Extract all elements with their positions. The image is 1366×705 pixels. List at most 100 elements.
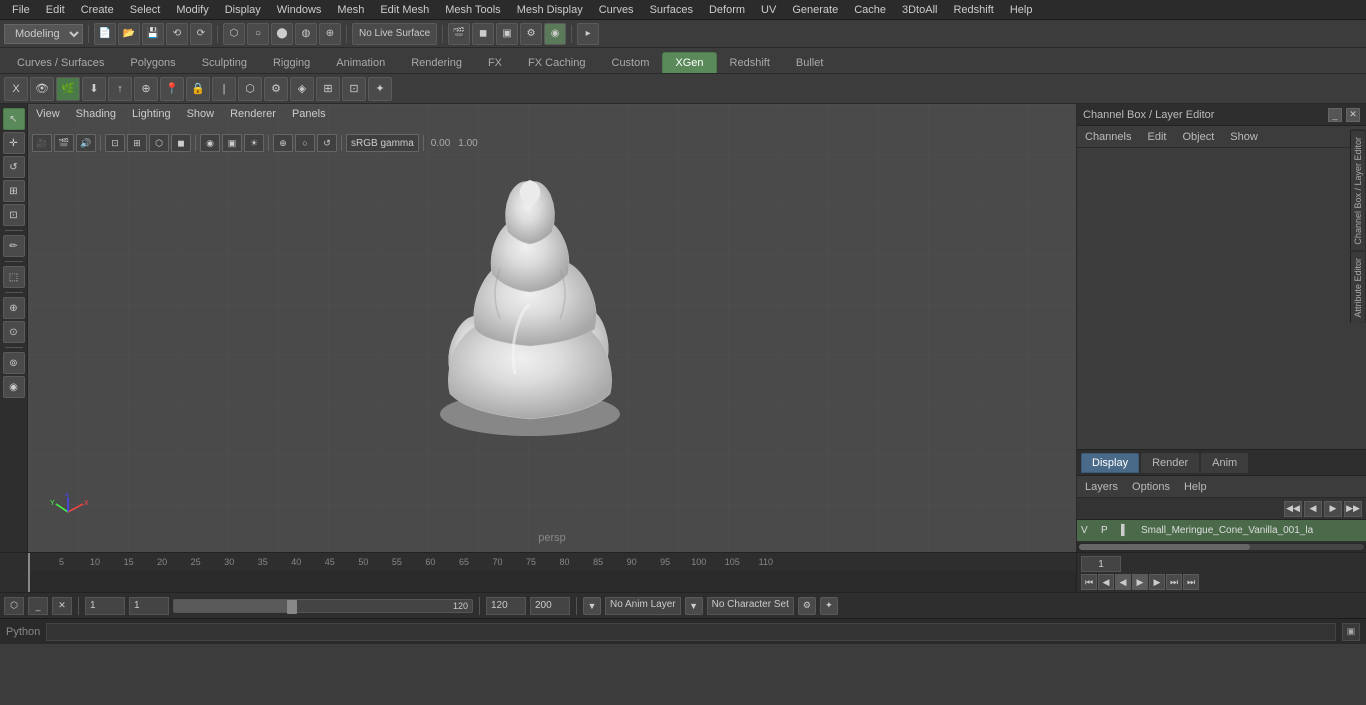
menu-redshift[interactable]: Redshift — [945, 2, 1001, 18]
vp-aa-btn[interactable]: ⊕ — [273, 134, 293, 152]
xgen-btn-6[interactable]: ⊕ — [134, 77, 158, 101]
vp-menu-lighting[interactable]: Lighting — [128, 106, 175, 122]
vp-film-btn[interactable]: 🎬 — [54, 134, 74, 152]
le-menu-layers[interactable]: Layers — [1081, 479, 1122, 495]
extras-btn[interactable]: ▸ — [577, 23, 599, 45]
tab-xgen[interactable]: XGen — [662, 52, 716, 73]
playback-end-field[interactable] — [530, 597, 570, 615]
scale-tool-2[interactable]: ⊡ — [3, 204, 25, 226]
play-back-btn[interactable]: ◀ — [1115, 574, 1131, 590]
cb-minimize-btn[interactable]: _ — [1328, 108, 1342, 122]
char-set-dropdown-icon[interactable]: ▼ — [685, 597, 703, 615]
workspace-dropdown[interactable]: Modeling — [4, 24, 83, 44]
vp-shade-btn[interactable]: ◉ — [200, 134, 220, 152]
char-set-btn-2[interactable]: ✦ — [820, 597, 838, 615]
vp-menu-show[interactable]: Show — [183, 106, 219, 122]
layer-scrollbar[interactable] — [1077, 542, 1366, 552]
rotate-tool[interactable]: ↺ — [3, 156, 25, 178]
undo-btn[interactable]: ⟲ — [166, 23, 188, 45]
xgen-btn-9[interactable]: | — [212, 77, 236, 101]
tab-custom[interactable]: Custom — [599, 52, 663, 73]
win-btn-main[interactable]: ⬡ — [4, 597, 24, 615]
xgen-btn-11[interactable]: ⚙ — [264, 77, 288, 101]
tab-fx-caching[interactable]: FX Caching — [515, 52, 598, 73]
menu-mesh-display[interactable]: Mesh Display — [509, 2, 591, 18]
soft-select-btn[interactable]: ◍ — [295, 23, 317, 45]
ipr-btn[interactable]: ◼ — [472, 23, 494, 45]
tab-rendering[interactable]: Rendering — [398, 52, 475, 73]
vp-iso-btn[interactable]: ⊡ — [105, 134, 125, 152]
snap-curve-btn[interactable]: ⊙ — [3, 321, 25, 343]
python-input[interactable] — [46, 623, 1336, 641]
le-btn-4[interactable]: ▶▶ — [1344, 501, 1362, 517]
cb-menu-channels[interactable]: Channels — [1081, 129, 1135, 145]
xgen-btn-5[interactable]: ↑ — [108, 77, 132, 101]
current-frame-field[interactable] — [1081, 556, 1121, 572]
snap-btn[interactable]: ⊕ — [319, 23, 341, 45]
paint-btn[interactable]: ⬤ — [271, 23, 293, 45]
rst-tab-attribute-editor[interactable]: Attribute Editor — [1351, 251, 1365, 324]
open-file-btn[interactable]: 📂 — [118, 23, 140, 45]
menu-generate[interactable]: Generate — [784, 2, 846, 18]
menu-curves[interactable]: Curves — [591, 2, 642, 18]
snap-grid-btn[interactable]: ⊕ — [3, 297, 25, 319]
menu-surfaces[interactable]: Surfaces — [642, 2, 701, 18]
vp-menu-renderer[interactable]: Renderer — [226, 106, 280, 122]
le-tab-render[interactable]: Render — [1141, 453, 1199, 473]
xgen-btn-3[interactable]: 🌿 — [56, 77, 80, 101]
paint-brush-tool[interactable]: ✏ — [3, 235, 25, 257]
char-set-dropdown[interactable]: No Character Set — [707, 597, 794, 615]
frame-start-field[interactable] — [85, 597, 125, 615]
anim-layer-dropdown-icon[interactable]: ▼ — [583, 597, 601, 615]
python-label[interactable]: Python — [6, 626, 40, 638]
tab-animation[interactable]: Animation — [323, 52, 398, 73]
menu-edit[interactable]: Edit — [38, 2, 73, 18]
menu-cache[interactable]: Cache — [846, 2, 894, 18]
vp-menu-view[interactable]: View — [32, 106, 64, 122]
seq-btn[interactable]: ▣ — [496, 23, 518, 45]
new-file-btn[interactable]: 📄 — [94, 23, 116, 45]
menu-edit-mesh[interactable]: Edit Mesh — [372, 2, 437, 18]
move-tool[interactable]: ✛ — [3, 132, 25, 154]
vp-solid-btn[interactable]: ◼ — [171, 134, 191, 152]
save-file-btn[interactable]: 💾 — [142, 23, 164, 45]
xgen-btn-15[interactable]: ✦ — [368, 77, 392, 101]
menu-uv[interactable]: UV — [753, 2, 784, 18]
render-sphere-btn[interactable]: ◉ — [544, 23, 566, 45]
menu-select[interactable]: Select — [122, 2, 169, 18]
tab-rigging[interactable]: Rigging — [260, 52, 323, 73]
le-tab-anim[interactable]: Anim — [1201, 453, 1248, 473]
le-btn-1[interactable]: ◀◀ — [1284, 501, 1302, 517]
vp-refresh-btn[interactable]: ↺ — [317, 134, 337, 152]
xgen-btn-4[interactable]: ⬇ — [82, 77, 106, 101]
vp-audio-btn[interactable]: 🔊 — [76, 134, 96, 152]
menu-3dtool[interactable]: 3DtoAll — [894, 2, 945, 18]
vp-menu-panels[interactable]: Panels — [288, 106, 330, 122]
frame-current-field[interactable] — [129, 597, 169, 615]
last-frame-btn[interactable]: ⏭ — [1183, 574, 1199, 590]
render-options-btn[interactable]: ⚙ — [520, 23, 542, 45]
layer-row[interactable]: V P ▌ Small_Meringue_Cone_Vanilla_001_la — [1077, 520, 1366, 542]
select-tool[interactable]: ↖ — [3, 108, 25, 130]
tab-sculpting[interactable]: Sculpting — [189, 52, 260, 73]
tab-redshift[interactable]: Redshift — [717, 52, 783, 73]
prev-frame-btn[interactable]: ◀ — [1098, 574, 1114, 590]
le-btn-3[interactable]: ▶ — [1324, 501, 1342, 517]
xgen-btn-1[interactable]: X — [4, 77, 28, 101]
menu-deform[interactable]: Deform — [701, 2, 753, 18]
menu-display[interactable]: Display — [217, 2, 269, 18]
vp-cam-btn[interactable]: 🎥 — [32, 134, 52, 152]
lasso-btn[interactable]: ○ — [247, 23, 269, 45]
play-fwd-btn[interactable]: ▶ — [1132, 574, 1148, 590]
win-btn-min[interactable]: _ — [28, 597, 48, 615]
xgen-btn-7[interactable]: 📍 — [160, 77, 184, 101]
vp-tex-btn[interactable]: ▣ — [222, 134, 242, 152]
xgen-btn-13[interactable]: ⊞ — [316, 77, 340, 101]
menu-help[interactable]: Help — [1002, 2, 1041, 18]
cb-menu-edit[interactable]: Edit — [1143, 129, 1170, 145]
le-menu-options[interactable]: Options — [1128, 479, 1174, 495]
xgen-btn-10[interactable]: ⬡ — [238, 77, 262, 101]
viewport[interactable]: View Shading Lighting Show Renderer Pane… — [28, 104, 1076, 552]
vp-wire-btn[interactable]: ⬡ — [149, 134, 169, 152]
scale-tool[interactable]: ⊞ — [3, 180, 25, 202]
